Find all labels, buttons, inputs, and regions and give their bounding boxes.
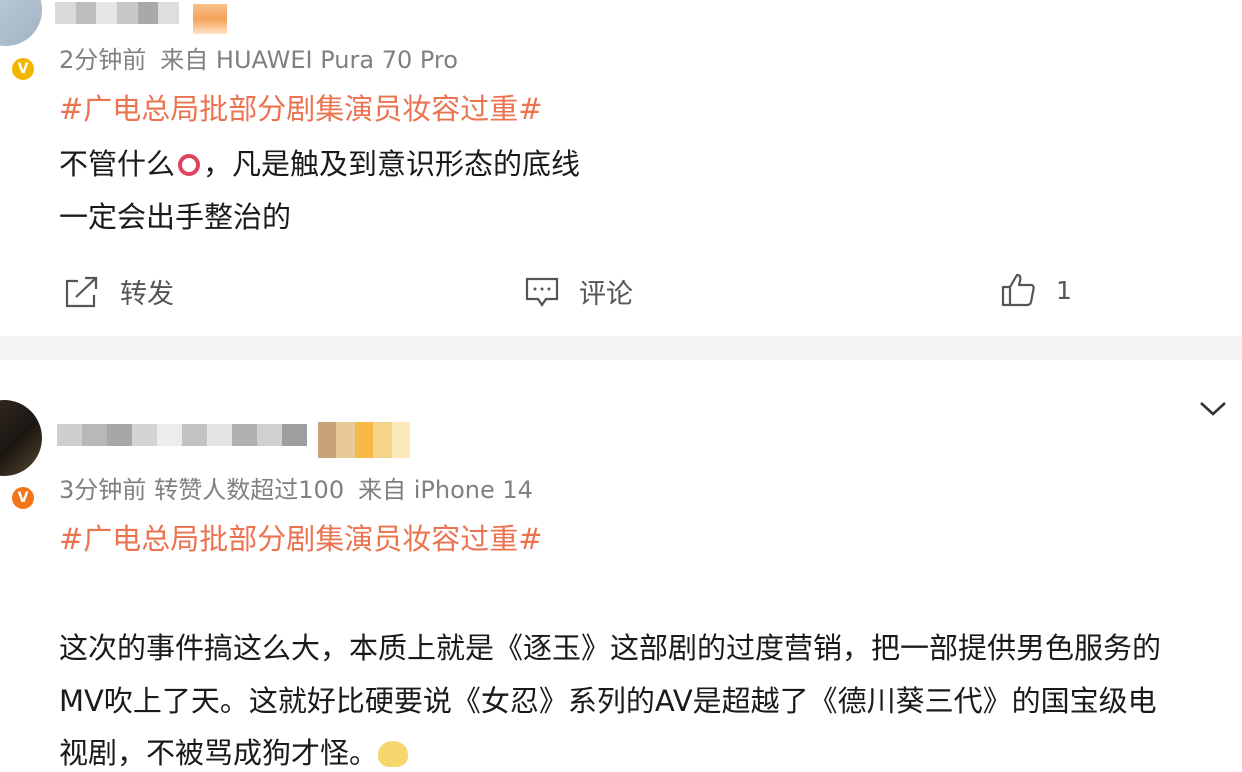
- thumbs-up-icon: [1000, 272, 1036, 308]
- post-text-line: MV吹上了天。这就好比硬要说《女忍》系列的AV是超越了《德川葵三代》的国宝级电: [59, 684, 1157, 718]
- verified-v-icon: V: [10, 56, 36, 82]
- post-source: 来自 iPhone 14: [358, 476, 533, 504]
- post-text-line: 一定会出手整治的: [59, 200, 292, 234]
- avatar[interactable]: [0, 400, 42, 476]
- weibo-post-2: V 3分钟前 转赞人数超过100 来自 iPhone 14 #广电总局批部分剧集演员…: [0, 360, 1242, 770]
- chevron-down-icon[interactable]: [1199, 400, 1227, 422]
- comment-bubble-icon: [525, 276, 559, 308]
- repost-button[interactable]: 转发: [64, 272, 174, 311]
- post-meta: 3分钟前 转赞人数超过100 来自 iPhone 14: [59, 470, 533, 505]
- share-arrow-icon: [64, 275, 100, 309]
- post-text-line: 不管什么 ，凡是触及到意识形态的底线: [59, 147, 581, 181]
- red-ring-emoji-icon: [178, 154, 201, 176]
- comment-button[interactable]: 评论: [525, 272, 633, 311]
- comment-label: 评论: [579, 279, 633, 310]
- post-text-line: 视剧，不被骂成狗才怪。: [59, 730, 409, 772]
- repost-label: 转发: [120, 279, 174, 310]
- topic-hashtag[interactable]: #广电总局批部分剧集演员妆容过重#: [59, 516, 543, 558]
- avatar[interactable]: [0, 0, 42, 46]
- username-blurred[interactable]: [57, 424, 307, 446]
- username-blurred[interactable]: [55, 2, 180, 24]
- topic-hashtag[interactable]: #广电总局批部分剧集演员妆容过重#: [59, 86, 543, 128]
- verified-v-icon: V: [10, 485, 36, 511]
- member-badge-icon: [193, 4, 227, 34]
- post-source: 来自 HUAWEI Pura 70 Pro: [160, 46, 458, 74]
- repost-count-note: 转赞人数超过100: [154, 476, 345, 504]
- member-badge-icon: [318, 422, 411, 458]
- post-time: 3分钟前: [59, 476, 147, 504]
- post-text-line: 这次的事件搞这么大，本质上就是《逐玉》这部剧的过度营销，把一部提供男色服务的: [59, 631, 1162, 665]
- post-time: 2分钟前: [59, 46, 147, 74]
- like-button[interactable]: 1: [1000, 272, 1072, 308]
- post-meta: 2分钟前 来自 HUAWEI Pura 70 Pro: [59, 40, 458, 75]
- weibo-post-1: V 2分钟前 来自 HUAWEI Pura 70 Pro #广电总局批部分剧集演员…: [0, 0, 1242, 336]
- like-count: 1: [1056, 275, 1072, 305]
- post-separator: [0, 336, 1242, 360]
